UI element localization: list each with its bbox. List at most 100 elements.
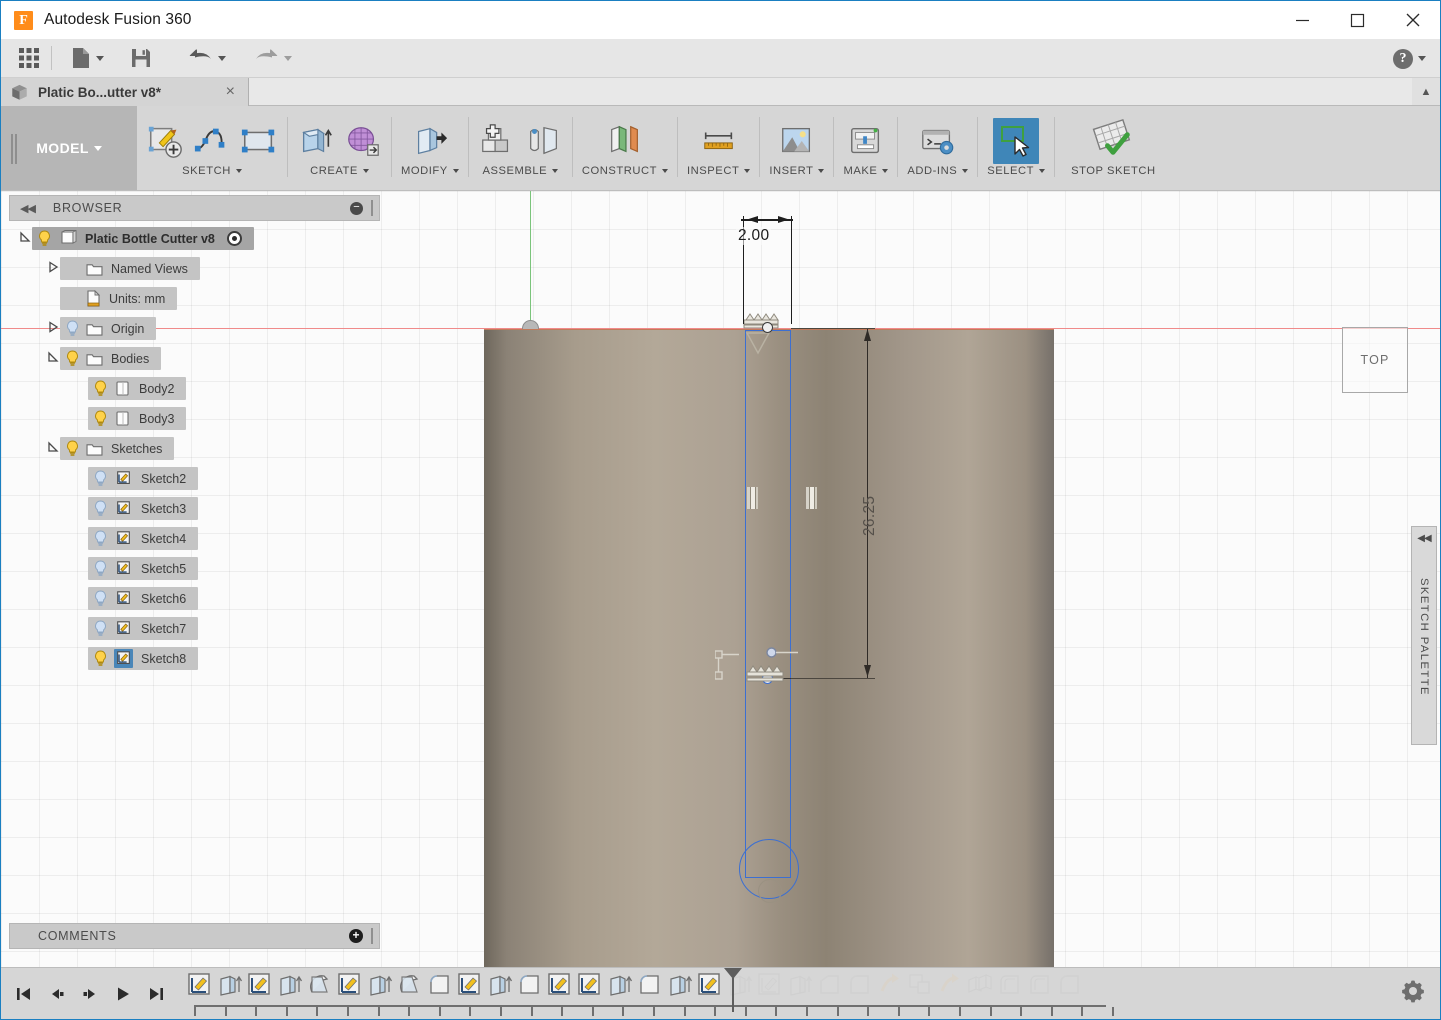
add-comment-icon[interactable]: + <box>349 929 363 943</box>
expander-expanded-icon[interactable] <box>47 441 59 453</box>
tree-item-body[interactable]: Sketches <box>60 437 174 460</box>
tree-item-body[interactable]: Sketch5 <box>88 557 198 580</box>
sketch-point-top[interactable] <box>762 322 773 333</box>
browser-tree-row-body3[interactable]: Body3 <box>9 407 380 430</box>
select-tool-button[interactable] <box>993 118 1039 164</box>
tree-item-body[interactable]: Sketch8 <box>88 647 198 670</box>
show-data-panel-button[interactable] <box>11 39 47 78</box>
browser-tree-row-sketch3[interactable]: Sketch3 <box>9 497 380 520</box>
chevron-down-icon[interactable] <box>218 56 226 61</box>
timeline-feature-sketch[interactable] <box>576 971 603 1003</box>
offset-plane-icon[interactable] <box>606 122 644 160</box>
vertical-constraint-icon-left[interactable] <box>747 487 758 509</box>
help-menu[interactable]: ? <box>1393 39 1426 78</box>
timeline-feature-fillet[interactable] <box>846 971 873 1003</box>
activate-component-radio[interactable] <box>227 231 242 246</box>
chevron-down-icon[interactable] <box>1039 169 1045 173</box>
coincident-constraint-icon[interactable] <box>743 331 773 357</box>
visibility-bulb-icon[interactable] <box>65 320 80 337</box>
tree-item-body[interactable]: Sketch7 <box>88 617 198 640</box>
tree-item-body[interactable]: Body2 <box>88 377 186 400</box>
constraint-cluster[interactable] <box>715 647 805 693</box>
document-tab[interactable]: Platic Bo...utter v8* × <box>1 78 249 106</box>
sketch-circle-inner[interactable] <box>758 879 782 903</box>
sketch-icon[interactable] <box>114 619 133 638</box>
ribbon-group-label-inspect[interactable]: INSPECT <box>687 165 750 177</box>
ribbon-group-label-stop-sketch[interactable]: STOP SKETCH <box>1071 165 1156 177</box>
timeline-feature-fillet[interactable] <box>516 971 543 1003</box>
chevron-down-icon[interactable] <box>363 169 369 173</box>
chevron-down-icon[interactable] <box>1418 56 1426 61</box>
ribbon-grip[interactable] <box>11 134 19 164</box>
visibility-bulb-icon[interactable] <box>93 590 108 607</box>
timeline-feature-sketch[interactable] <box>456 971 483 1003</box>
chevron-down-icon[interactable] <box>818 169 824 173</box>
timeline-feature-extrude[interactable] <box>276 971 303 1003</box>
ribbon-group-label-make[interactable]: MAKE <box>843 165 888 177</box>
visibility-bulb-icon[interactable] <box>93 380 108 397</box>
create-sketch-icon[interactable] <box>146 122 184 160</box>
browser-tree-row-origin[interactable]: Origin <box>9 317 380 340</box>
go-to-end-button[interactable] <box>142 980 170 1008</box>
timeline-feature-sketch[interactable] <box>186 971 213 1003</box>
timeline-feature-combine[interactable] <box>906 971 933 1003</box>
chevron-down-icon[interactable] <box>96 56 104 61</box>
sketch-rectangle[interactable] <box>745 330 791 878</box>
expander-collapsed-icon[interactable] <box>47 261 59 273</box>
chevron-down-icon[interactable] <box>94 146 102 151</box>
timeline-feature-fillet[interactable] <box>426 971 453 1003</box>
tree-expander[interactable] <box>45 321 60 336</box>
new-file-button[interactable] <box>64 39 111 78</box>
sculpt-form-icon[interactable] <box>344 122 382 160</box>
sketch-icon[interactable] <box>114 559 133 578</box>
chevron-down-icon[interactable] <box>284 56 292 61</box>
visibility-bulb-icon[interactable] <box>65 350 80 367</box>
timeline-feature-extrude[interactable] <box>216 971 243 1003</box>
collapse-icon[interactable]: ◀◀ <box>1417 533 1430 544</box>
ribbon-group-label-addins[interactable]: ADD-INS <box>907 165 968 177</box>
visibility-bulb-icon[interactable] <box>93 650 108 667</box>
timeline-feature-shell[interactable] <box>1026 971 1053 1003</box>
close-icon[interactable]: × <box>219 83 242 101</box>
measure-icon[interactable] <box>700 122 738 160</box>
visibility-bulb-icon[interactable] <box>93 470 108 487</box>
visibility-bulb-icon[interactable] <box>93 410 108 427</box>
timeline-feature-revolve[interactable] <box>306 971 333 1003</box>
sketch-icon[interactable] <box>114 499 133 518</box>
timeline-feature-sketch[interactable] <box>336 971 363 1003</box>
browser-tree-row-sketches[interactable]: Sketches <box>9 437 380 460</box>
redo-button[interactable] <box>247 39 299 78</box>
timeline-feature-sketch[interactable] <box>546 971 573 1003</box>
tree-item-body[interactable]: Units: mm <box>60 287 177 310</box>
visibility-bulb-icon[interactable] <box>93 560 108 577</box>
ribbon-group-label-construct[interactable]: CONSTRUCT <box>582 165 668 177</box>
sketch-icon[interactable] <box>114 649 133 668</box>
browser-tree-row-named-views[interactable]: Named Views <box>9 257 380 280</box>
tree-item-body[interactable]: Platic Bottle Cutter v8 <box>32 227 254 250</box>
timeline-feature-fillet[interactable] <box>636 971 663 1003</box>
sketch-palette-panel[interactable]: ◀◀ SKETCH PALETTE <box>1411 526 1437 745</box>
timeline-feature-sketch[interactable] <box>756 971 783 1003</box>
save-button[interactable] <box>123 39 159 78</box>
tree-item-body[interactable]: Sketch3 <box>88 497 198 520</box>
rectangle-icon[interactable] <box>240 122 278 160</box>
ribbon-group-label-insert[interactable]: INSERT <box>769 165 824 177</box>
sketch-icon[interactable] <box>114 469 133 488</box>
tree-expander[interactable] <box>17 231 32 246</box>
collapse-icon[interactable]: ◀◀ <box>20 202 35 215</box>
sketch-icon[interactable] <box>114 589 133 608</box>
step-back-button[interactable] <box>43 980 71 1008</box>
play-button[interactable] <box>109 980 137 1008</box>
timeline-feature-chamfer[interactable] <box>816 971 843 1003</box>
ribbon-group-label-modify[interactable]: MODIFY <box>401 165 459 177</box>
stop-sketch-icon[interactable] <box>1091 116 1135 160</box>
expander-expanded-icon[interactable] <box>47 351 59 363</box>
ribbon-group-label-sketch[interactable]: SKETCH <box>182 165 242 177</box>
browser-tree-row-sketch7[interactable]: Sketch7 <box>9 617 380 640</box>
scripts-addins-icon[interactable] <box>919 122 957 160</box>
expander-expanded-icon[interactable] <box>19 231 31 243</box>
tree-expander[interactable] <box>45 441 60 456</box>
expander-collapsed-icon[interactable] <box>47 321 59 333</box>
browser-tree-row-bodies[interactable]: Bodies <box>9 347 380 370</box>
tree-item-body[interactable]: Sketch4 <box>88 527 198 550</box>
